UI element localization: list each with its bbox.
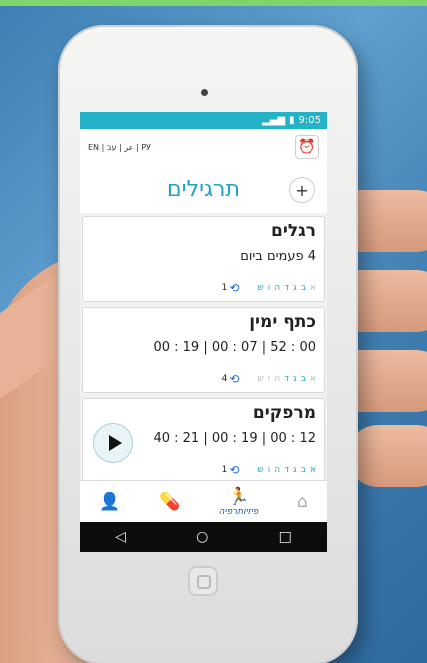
android-nav-bar: ◁ ○ □ bbox=[80, 522, 327, 552]
day-letter: ה bbox=[274, 465, 281, 475]
bottom-nav: 👤 💊 🏃 פיזיותרפיה ⌂ bbox=[80, 480, 327, 523]
day-letter: ד bbox=[284, 283, 290, 293]
status-time: 9:05 bbox=[298, 115, 321, 126]
nav-profile[interactable]: 👤 bbox=[99, 492, 120, 512]
day-letter: א bbox=[309, 283, 316, 293]
pill-icon: 💊 bbox=[158, 492, 181, 512]
nav-medication[interactable]: 💊 bbox=[159, 492, 180, 512]
home-hardware-button[interactable] bbox=[188, 566, 218, 596]
recents-icon[interactable]: □ bbox=[279, 529, 292, 545]
day-letter: ב bbox=[300, 374, 306, 384]
play-button[interactable] bbox=[93, 423, 133, 463]
day-letter: א bbox=[309, 465, 316, 475]
camera-icon bbox=[201, 89, 208, 96]
exercise-name: רגלים bbox=[271, 221, 316, 241]
language-switcher[interactable]: EN | عر | עב | РУ bbox=[88, 143, 151, 152]
day-letter: ג bbox=[293, 283, 297, 293]
day-letter: ו bbox=[267, 465, 271, 475]
alarm-clock-icon[interactable]: ⏰ bbox=[295, 135, 319, 159]
day-letter: ב bbox=[300, 465, 306, 475]
top-accent-bar bbox=[0, 0, 427, 6]
status-bar: ▂▄▆ ▮ 9:05 bbox=[80, 112, 327, 129]
day-letter: ה bbox=[274, 374, 281, 384]
day-letter: ו bbox=[267, 374, 271, 384]
person-icon: 👤 bbox=[99, 492, 121, 512]
home-circle-icon[interactable]: ○ bbox=[196, 529, 208, 545]
signal-icon: ▂▄▆ bbox=[261, 115, 286, 126]
day-letter: ד bbox=[284, 374, 290, 384]
day-letter: א bbox=[309, 374, 316, 384]
background-scene: ▂▄▆ ▮ 9:05 EN | عر | עב | РУ ⏰ תרגילים +… bbox=[0, 0, 427, 663]
day-letter: ג bbox=[293, 374, 297, 384]
day-letter: ש bbox=[257, 283, 264, 293]
day-letter: ש bbox=[257, 465, 264, 475]
exercise-name: כתף ימין bbox=[249, 312, 316, 332]
day-letter: ד bbox=[284, 465, 290, 475]
day-letter: ה bbox=[274, 283, 281, 293]
exercise-list: רגלים 4 פעמים ביום 1 ⟲ ש ו ה ד ג ב א כתף … bbox=[80, 213, 327, 484]
exercise-detail: 4 פעמים ביום bbox=[240, 249, 316, 264]
repeat-count: 1 ⟲ bbox=[221, 463, 240, 477]
app-screen: ▂▄▆ ▮ 9:05 EN | عر | עב | РУ ⏰ תרגילים +… bbox=[80, 112, 327, 552]
repeat-count: 1 ⟲ bbox=[221, 281, 240, 295]
add-exercise-button[interactable]: + bbox=[289, 177, 315, 203]
repeat-icon: ⟲ bbox=[229, 372, 240, 386]
nav-physio-label: פיזיותרפיה bbox=[218, 507, 259, 517]
day-letter: ש bbox=[257, 374, 264, 384]
page-title: תרגילים bbox=[167, 176, 240, 202]
running-person-icon: 🏃 bbox=[227, 487, 250, 507]
exercise-name: מרפקים bbox=[252, 403, 316, 423]
exercise-days: 4 ⟲ ש ו ה ד ג ב א bbox=[91, 372, 316, 386]
day-letter: ג bbox=[293, 465, 297, 475]
repeat-icon: ⟲ bbox=[229, 463, 240, 477]
exercise-card[interactable]: מרפקים 12 : 00 | 19 : 00 | 21 : 40 1 ⟲ ש … bbox=[82, 398, 325, 484]
exercise-detail: 00 : 52 | 07 : 00 | 19 : 00 bbox=[153, 340, 316, 355]
exercise-card[interactable]: רגלים 4 פעמים ביום 1 ⟲ ש ו ה ד ג ב א bbox=[82, 216, 325, 302]
hand-finger bbox=[347, 425, 427, 487]
exercise-card[interactable]: כתף ימין 00 : 52 | 07 : 00 | 19 : 00 4 ⟲ … bbox=[82, 307, 325, 393]
play-icon bbox=[108, 435, 122, 451]
nav-home[interactable]: ⌂ bbox=[297, 492, 308, 512]
page-header: תרגילים + bbox=[80, 165, 327, 213]
battery-icon: ▮ bbox=[289, 115, 295, 126]
language-row: EN | عر | עב | РУ ⏰ bbox=[80, 129, 327, 165]
day-letter: ב bbox=[300, 283, 306, 293]
back-icon[interactable]: ◁ bbox=[115, 529, 126, 545]
nav-physio[interactable]: 🏃 פיזיותרפיה bbox=[219, 487, 259, 517]
day-letter: ו bbox=[267, 283, 271, 293]
home-icon: ⌂ bbox=[296, 492, 308, 512]
repeat-count: 4 ⟲ bbox=[221, 372, 240, 386]
exercise-days: 1 ⟲ ש ו ה ד ג ב א bbox=[91, 281, 316, 295]
exercise-days: 1 ⟲ ש ו ה ד ג ב א bbox=[91, 463, 316, 477]
repeat-icon: ⟲ bbox=[229, 281, 240, 295]
